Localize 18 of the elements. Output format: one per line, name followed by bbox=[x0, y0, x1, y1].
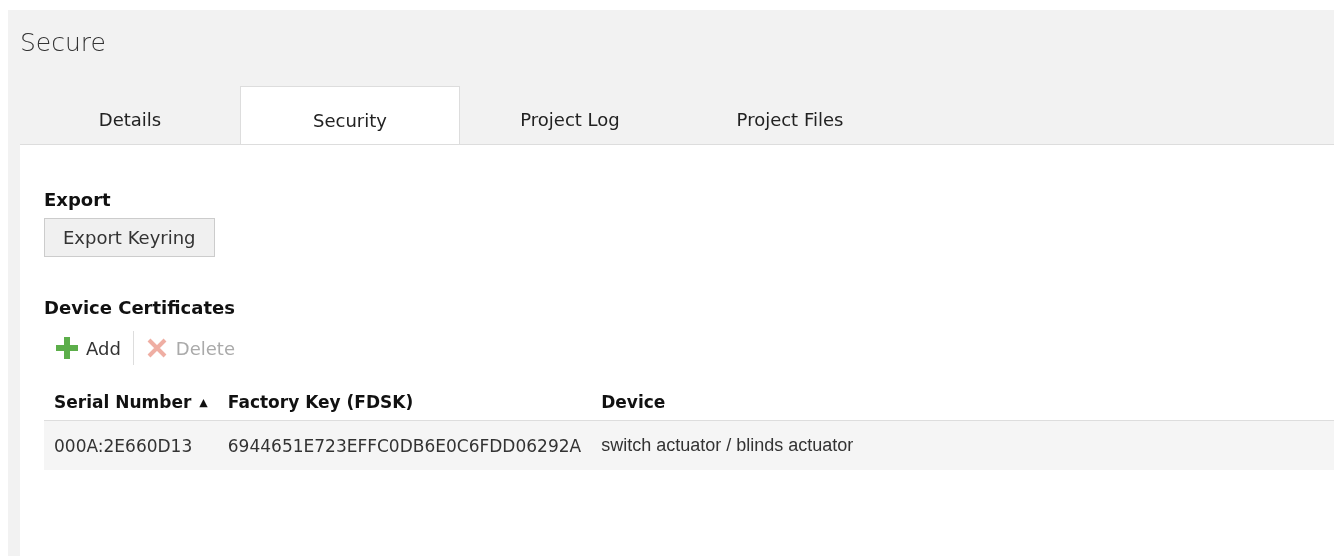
window-title: Secure bbox=[19, 27, 107, 59]
table-cell: switch actuator / blinds actuator bbox=[601, 435, 854, 455]
tab[interactable]: Project Log bbox=[460, 86, 680, 144]
close-icon bbox=[145, 337, 168, 359]
export-keyring-button[interactable]: Export Keyring bbox=[44, 218, 215, 257]
sort-indicator: ▲ bbox=[199, 395, 208, 409]
tab[interactable]: Security bbox=[240, 86, 460, 145]
section-heading: Export bbox=[44, 189, 112, 210]
column-header[interactable]: Factory Key (FDSK) bbox=[227, 392, 414, 412]
column-header[interactable]: Device bbox=[601, 392, 666, 412]
table-cell: 000A:2E660D13 bbox=[54, 435, 193, 456]
plus-icon bbox=[56, 337, 78, 359]
tab[interactable]: Project Files bbox=[680, 86, 900, 144]
table-cell: 6944651E723EFFC0DB6E0C6FDD06292A bbox=[227, 435, 582, 456]
add-button[interactable]: Add bbox=[44, 337, 133, 359]
section-heading: Device Certificates bbox=[44, 297, 236, 318]
tab[interactable]: Details bbox=[20, 86, 240, 144]
column-header[interactable]: Serial Number bbox=[54, 392, 192, 412]
